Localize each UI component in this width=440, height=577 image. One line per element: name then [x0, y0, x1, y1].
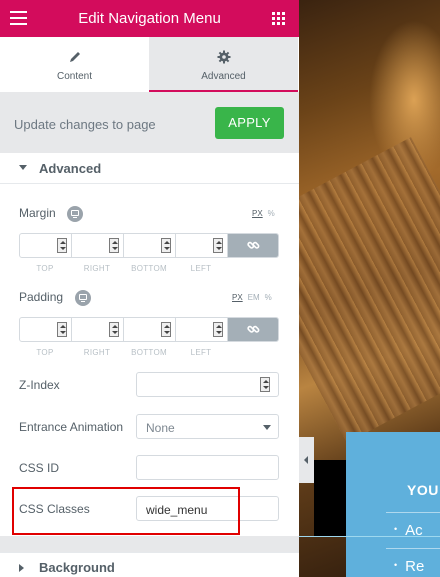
caret-down-icon [19, 165, 27, 170]
editor-panel: Edit Navigation Menu Content Advanced Up… [0, 0, 299, 577]
padding-units: PX EM% [227, 293, 272, 302]
unit-px[interactable]: PX [232, 293, 243, 302]
margin-left-input[interactable] [176, 234, 228, 257]
section-advanced[interactable]: Advanced [0, 153, 299, 184]
preview-menu-item[interactable]: Re [394, 558, 424, 575]
margin-right-input[interactable] [72, 234, 124, 257]
preview-border-line [299, 536, 440, 537]
padding-top-input[interactable] [20, 318, 72, 341]
margin-bottom-input[interactable] [124, 234, 176, 257]
menu-separator [386, 512, 440, 513]
margin-top-input[interactable] [20, 234, 72, 257]
padding-right-input[interactable] [72, 318, 124, 341]
panel-tabs: Content Advanced [0, 37, 299, 92]
spinner-icon[interactable] [109, 322, 119, 337]
link-icon [247, 325, 260, 333]
grid-icon[interactable] [272, 12, 285, 25]
margin-label: Margin [19, 206, 56, 220]
padding-right-label: RIGHT [83, 348, 111, 357]
padding-top-label: TOP [36, 348, 54, 357]
spinner-icon[interactable] [213, 238, 223, 253]
unit-percent[interactable]: % [268, 209, 275, 218]
padding-bottom-label: BOTTOM [131, 348, 167, 357]
z-index-input[interactable] [136, 372, 279, 397]
apply-button[interactable]: APPLY [215, 107, 284, 139]
spinner-icon[interactable] [57, 238, 67, 253]
z-index-label: Z-Index [19, 378, 60, 392]
spinner-icon[interactable] [260, 377, 270, 392]
spinner-icon[interactable] [57, 322, 67, 337]
panel-title: Edit Navigation Menu [78, 10, 221, 27]
menu-separator [386, 548, 440, 549]
pencil-icon [0, 50, 149, 64]
padding-dimensions [19, 317, 279, 342]
section-advanced-title: Advanced [39, 161, 102, 176]
desktop-icon[interactable] [67, 206, 83, 222]
link-values-button[interactable] [228, 234, 278, 257]
padding-label: Padding [19, 290, 64, 304]
spinner-icon[interactable] [109, 238, 119, 253]
entrance-animation-label: Entrance Animation [19, 420, 124, 434]
margin-units: PX% [247, 209, 275, 218]
caret-right-icon [19, 564, 24, 572]
css-classes-label: CSS Classes [19, 502, 90, 516]
margin-left-label: LEFT [190, 264, 212, 273]
unit-em[interactable]: EM [248, 293, 260, 302]
spinner-icon[interactable] [213, 322, 223, 337]
margin-right-label: RIGHT [83, 264, 111, 273]
entrance-animation-value: None [146, 421, 175, 435]
collapse-panel-button[interactable] [299, 437, 314, 483]
section-divider [0, 536, 299, 552]
tab-content-label: Content [56, 71, 93, 82]
link-icon [247, 241, 260, 249]
panel-header: Edit Navigation Menu [0, 0, 299, 37]
css-id-label: CSS ID [19, 461, 60, 475]
margin-top-label: TOP [36, 264, 54, 273]
margin-dimensions [19, 233, 279, 258]
padding-left-label: LEFT [190, 348, 212, 357]
padding-bottom-input[interactable] [124, 318, 176, 341]
tab-advanced[interactable]: Advanced [149, 37, 298, 92]
tab-advanced-label: Advanced [201, 71, 246, 82]
desktop-icon[interactable] [75, 290, 91, 306]
margin-bottom-label: BOTTOM [131, 264, 167, 273]
preview-menu-heading: YOU [407, 482, 439, 498]
section-background-title: Background [39, 560, 115, 575]
section-background[interactable]: Background [0, 552, 299, 577]
unit-px[interactable]: PX [252, 209, 263, 218]
update-text: Update changes to page [14, 117, 156, 132]
css-id-input[interactable] [136, 455, 279, 480]
preview-menu-box: YOU Ac Re [346, 432, 440, 577]
tab-content[interactable]: Content [0, 37, 149, 92]
spinner-icon[interactable] [161, 322, 171, 337]
unit-percent[interactable]: % [265, 293, 272, 302]
entrance-animation-select[interactable]: None [136, 414, 279, 439]
spinner-icon[interactable] [161, 238, 171, 253]
chevron-down-icon [263, 425, 271, 430]
link-values-button[interactable] [228, 318, 278, 341]
css-classes-input[interactable]: wide_menu [136, 496, 279, 521]
preview-dark-block [314, 460, 346, 536]
css-classes-value: wide_menu [146, 503, 208, 517]
padding-left-input[interactable] [176, 318, 228, 341]
gear-icon [149, 50, 298, 64]
preview-photo-wall [299, 137, 440, 443]
